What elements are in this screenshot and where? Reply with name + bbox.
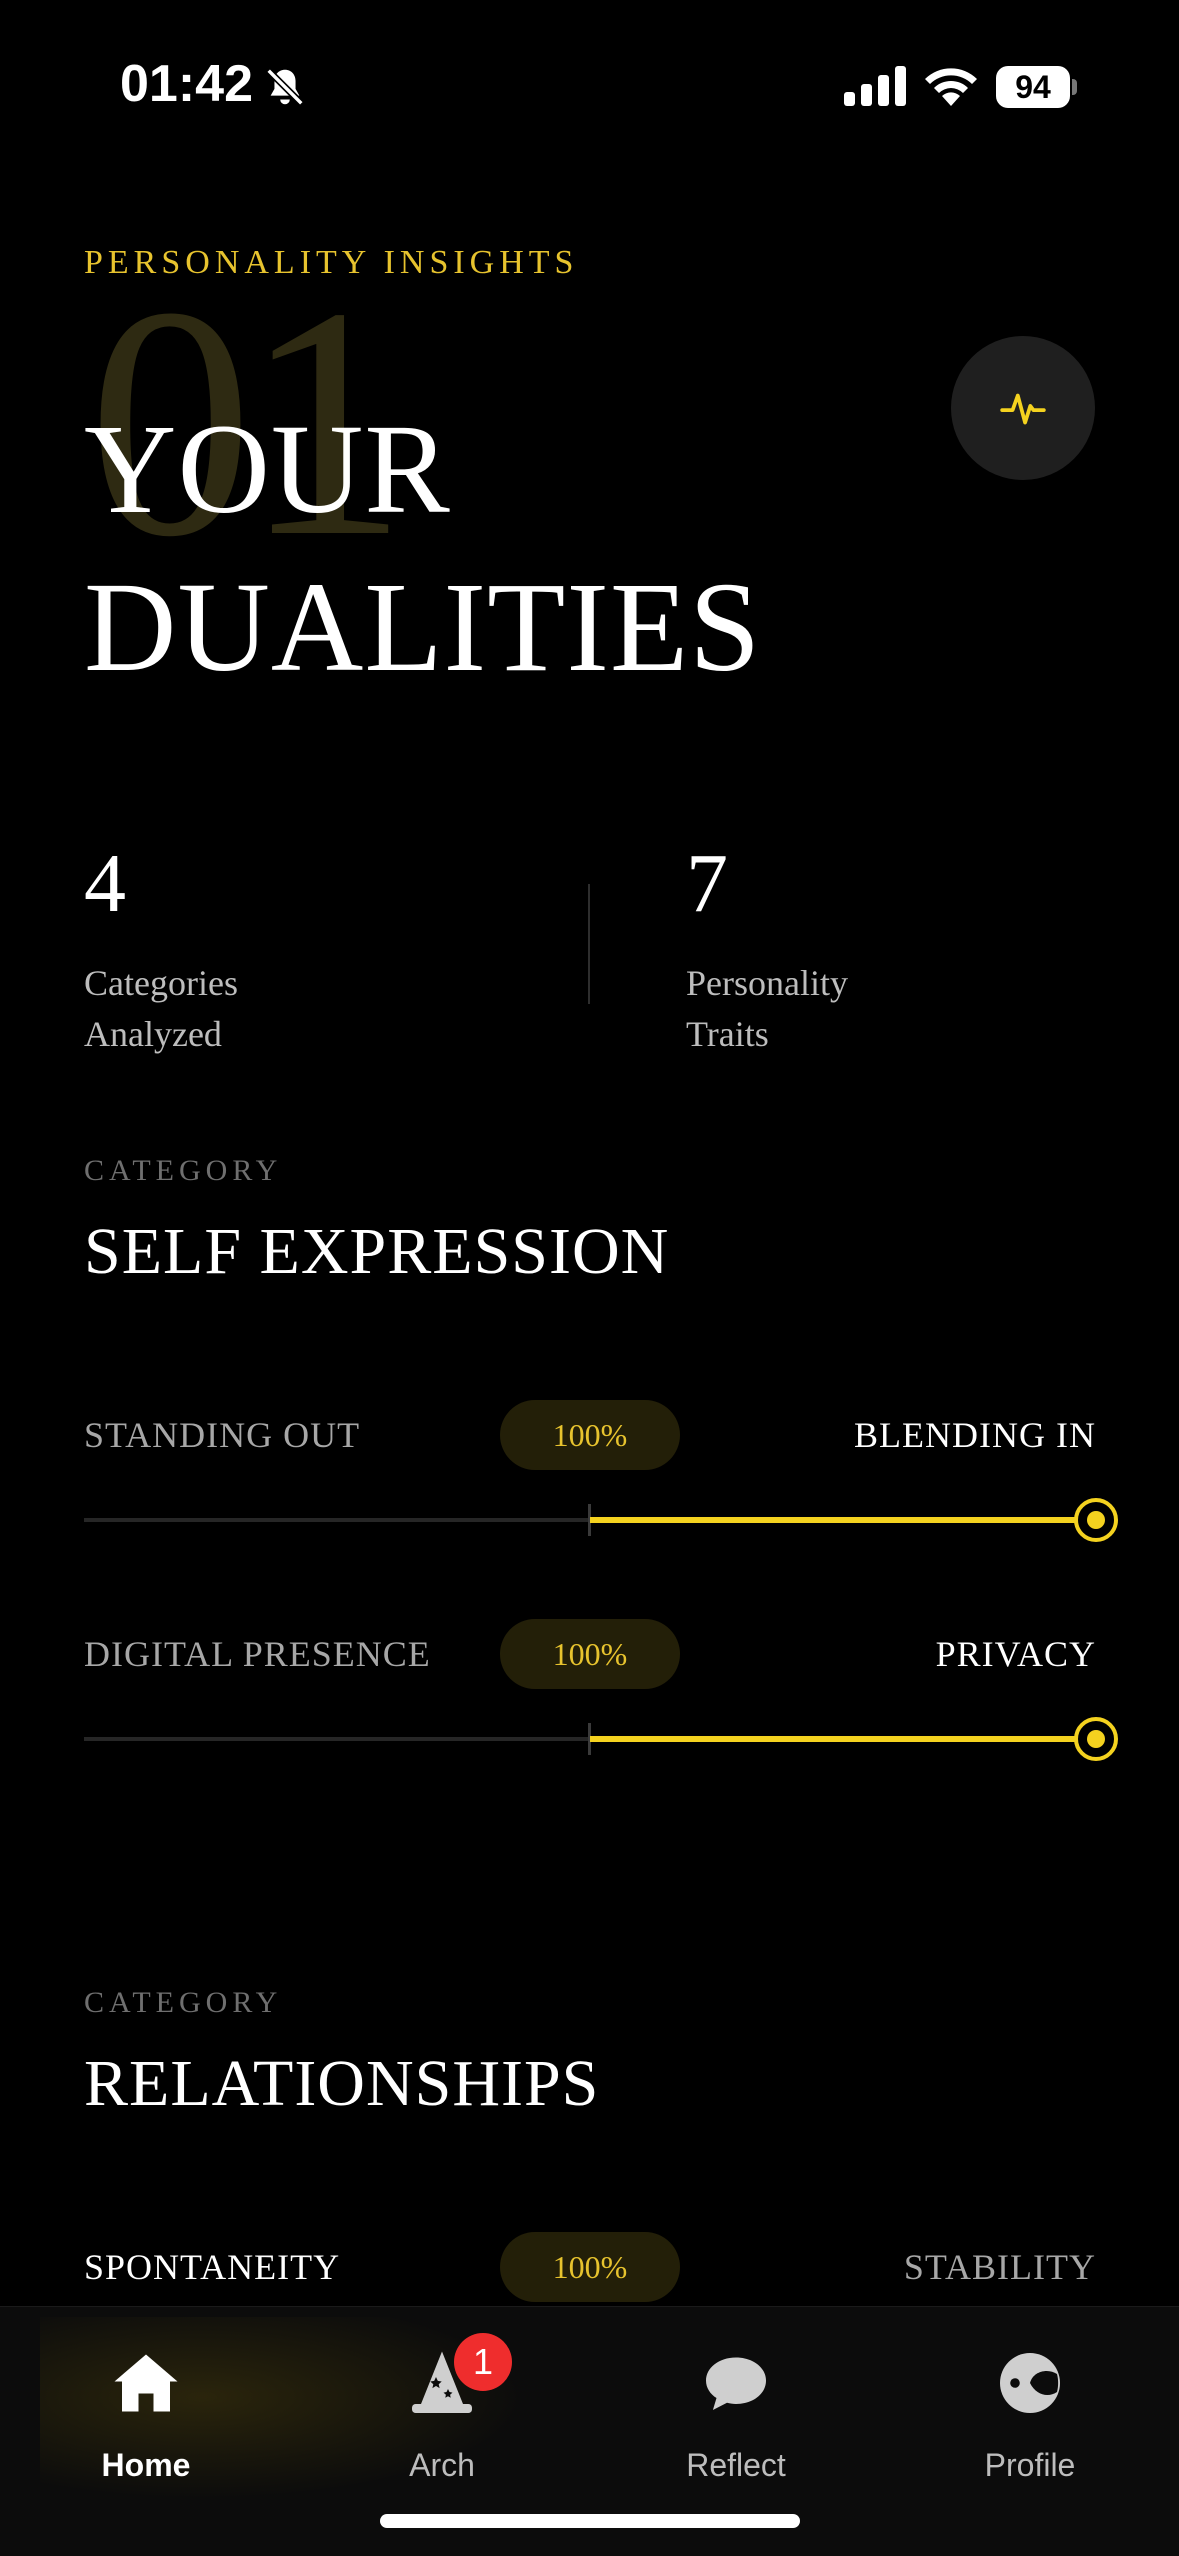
stats-divider (588, 884, 590, 1004)
trait-right-label: PRIVACY (935, 1634, 1096, 1674)
tab-home[interactable]: Home (26, 2347, 266, 2487)
cellular-signal-icon (844, 66, 906, 106)
tab-reflect[interactable]: Reflect (616, 2347, 856, 2487)
tab-label: Reflect (686, 2447, 786, 2483)
status-time: 01:42 (120, 55, 253, 113)
stat-label-line-2: Analyzed (84, 1014, 222, 1054)
page-title-line-2: DUALITIES (84, 556, 762, 698)
trait-right-label: BLENDING IN (854, 1415, 1096, 1455)
tab-label: Arch (409, 2447, 475, 2483)
activity-button[interactable] (951, 336, 1095, 480)
activity-pulse-icon (1000, 393, 1046, 425)
stat-value: 4 (84, 837, 126, 930)
stat-value: 7 (686, 837, 728, 930)
page-title-line-1: YOUR (84, 398, 451, 540)
stat-label-line-2: Traits (686, 1014, 769, 1054)
notification-badge: 1 (454, 2333, 512, 2391)
stat-label-line-1: Personality (686, 963, 848, 1003)
slider-thumb[interactable] (1074, 1498, 1118, 1542)
battery-level: 94 (996, 66, 1070, 108)
page-title: YOUR DUALITIES (84, 390, 761, 706)
trait-left-label: DIGITAL PRESENCE (84, 1634, 431, 1674)
slider-fill (590, 1736, 1096, 1742)
tab-label: Profile (984, 2447, 1076, 2483)
stat-categories: 4 Categories Analyzed (84, 834, 304, 1060)
stat-traits: 7 Personality Traits (686, 834, 906, 1060)
category-title-self-expression: SELF EXPRESSION (84, 1215, 670, 1288)
stat-label: Personality Traits (686, 958, 906, 1060)
slider-fill (590, 1517, 1096, 1523)
tab-label: Home (101, 2447, 191, 2483)
slider-thumb[interactable] (1074, 1717, 1118, 1761)
wifi-icon (925, 68, 977, 106)
profile-face-icon (1000, 2353, 1060, 2413)
trait-row-spontaneity: SPONTANEITY 100% STABILITY (84, 2232, 1096, 2304)
trait-row-standing-out: STANDING OUT 100% BLENDING IN (84, 1400, 1096, 1472)
tab-profile[interactable]: Profile (910, 2347, 1150, 2487)
category-eyebrow: CATEGORY (84, 1154, 283, 1187)
chat-bubble-icon (706, 2357, 766, 2410)
trait-percent-badge: 100% (500, 2232, 680, 2302)
bell-muted-icon (266, 68, 304, 106)
trait-row-digital-presence: DIGITAL PRESENCE 100% PRIVACY (84, 1619, 1096, 1691)
category-eyebrow: CATEGORY (84, 1986, 283, 2019)
stat-label: Categories Analyzed (84, 958, 304, 1060)
trait-left-label: STANDING OUT (84, 1415, 361, 1455)
trait-slider[interactable] (84, 1717, 1118, 1761)
trait-slider[interactable] (84, 1498, 1118, 1542)
battery-tip (1072, 79, 1077, 95)
home-indicator (380, 2514, 800, 2528)
status-bar: 01:42 94 (0, 0, 1179, 170)
tab-arch[interactable]: 1 Arch (322, 2333, 562, 2487)
trait-right-label: STABILITY (903, 2247, 1096, 2287)
category-title-relationships: RELATIONSHIPS (84, 2047, 600, 2120)
trait-left-label: SPONTANEITY (84, 2247, 341, 2287)
battery-indicator: 94 (996, 66, 1077, 108)
trait-percent-badge: 100% (500, 1619, 680, 1689)
stat-label-line-1: Categories (84, 963, 238, 1003)
trait-percent-badge: 100% (500, 1400, 680, 1470)
home-icon (114, 2354, 178, 2412)
